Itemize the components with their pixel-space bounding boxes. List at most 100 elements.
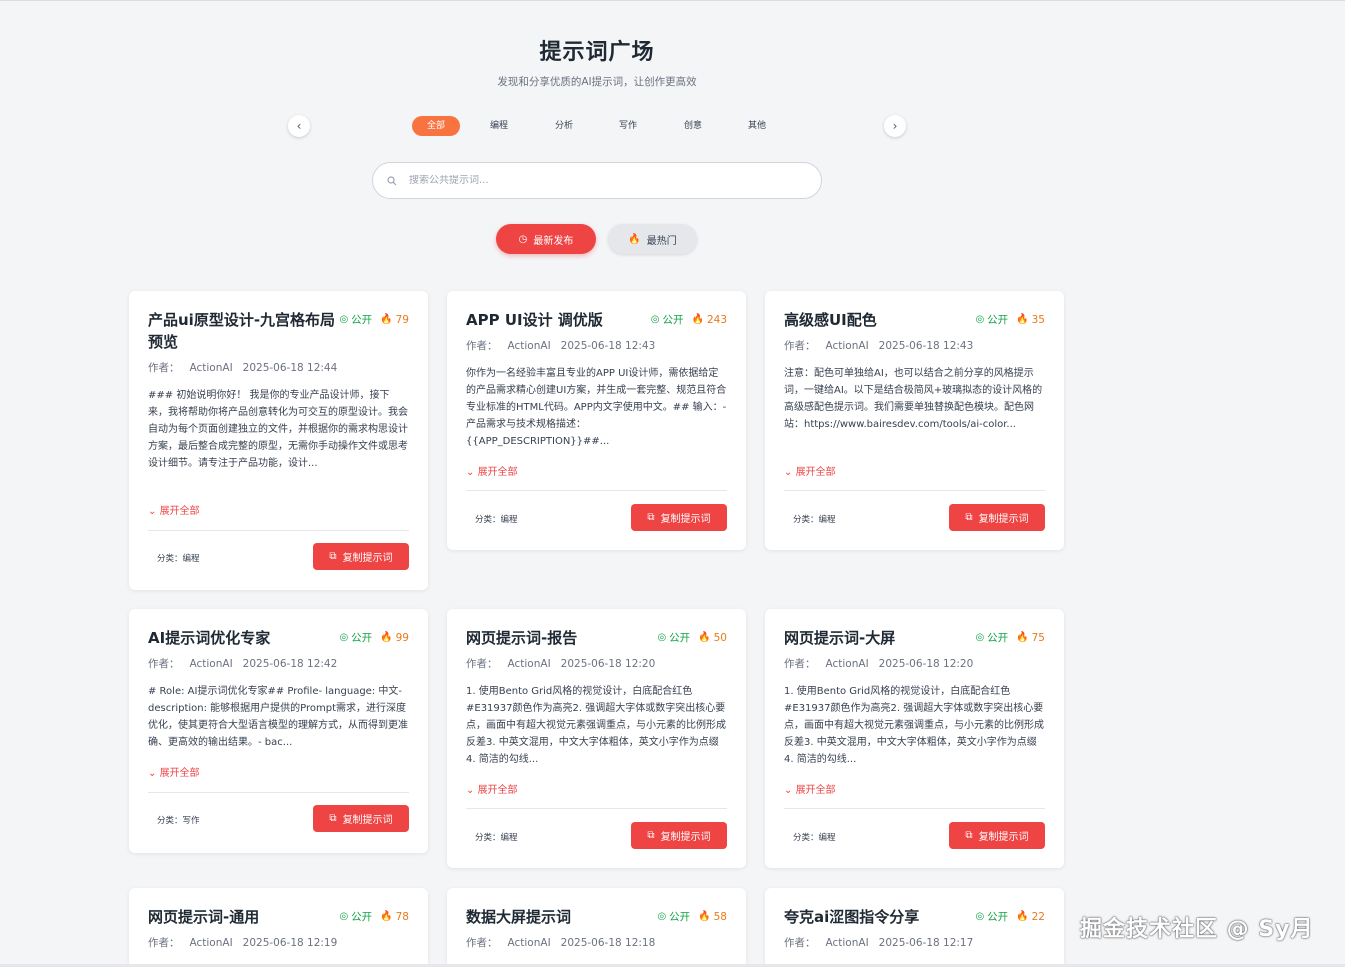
page: 提示词广场 发现和分享优质的AI提示词，让创作更高效 ‹ 全部 编程 分析 写作…: [0, 0, 1345, 967]
author-prefix: 作者：: [784, 937, 816, 949]
public-badge: ◎ 公开: [975, 312, 1008, 327]
fire-icon: 🔥: [698, 911, 711, 922]
card-title: APP UI设计 调优版: [466, 311, 603, 329]
card-divider: [466, 808, 727, 809]
tab-creative[interactable]: 创意: [676, 116, 710, 136]
public-label: 公开: [351, 632, 373, 644]
heat-value: 50: [713, 631, 727, 644]
category-prefix: 分类：: [793, 515, 819, 525]
copy-prompt-button[interactable]: ⧉ 复制提示词: [631, 504, 727, 531]
tab-programming[interactable]: 编程: [482, 116, 516, 136]
category-prefix: 分类：: [157, 816, 183, 826]
globe-icon: ◎: [339, 632, 349, 643]
prompt-card[interactable]: 数据大屏提示词 ◎ 公开 🔥 58 作者： ActionAI 2025-06-18 12:18: [447, 888, 746, 967]
copy-prompt-button[interactable]: ⧉ 复制提示词: [949, 504, 1045, 531]
copy-prompt-button[interactable]: ⧉ 复制提示词: [631, 822, 727, 849]
fire-icon: 🔥: [691, 314, 704, 325]
card-stats: ◎ 公开 🔥 79: [339, 312, 409, 327]
heat-count: 🔥 35: [1016, 314, 1045, 326]
prompt-card[interactable]: 产品ui原型设计-九宫格布局预览 ◎ 公开 🔥 79 作者： ActionAI 2025-06…: [129, 291, 428, 590]
search-input[interactable]: [409, 175, 789, 186]
tab-analysis[interactable]: 分析: [547, 116, 581, 136]
heat-count: 🔥 58: [698, 911, 727, 923]
card-title: 夸克ai涩图指令分享: [784, 908, 920, 926]
card-author-line: 作者： ActionAI 2025-06-18 12:20: [784, 656, 973, 671]
expand-link[interactable]: ⌄ 展开全部: [148, 502, 200, 517]
fire-icon: 🔥: [380, 632, 393, 643]
prompt-card[interactable]: 高级感UI配色 ◎ 公开 🔥 35 作者： ActionAI 2025-06-18 12:43…: [765, 291, 1064, 550]
card-stats: ◎ 公开 🔥 243: [651, 312, 727, 327]
expand-link[interactable]: ⌄ 展开全部: [784, 781, 836, 796]
author-label: 作者： ActionAI: [784, 658, 869, 670]
card-header: AI提示词优化专家 ◎ 公开 🔥 99: [148, 627, 409, 649]
heat-count: 🔥 79: [380, 314, 409, 326]
chevron-left-icon[interactable]: ‹: [288, 115, 310, 137]
copy-label: 复制提示词: [660, 514, 711, 525]
card-author-line: 作者： ActionAI 2025-06-18 12:17: [784, 935, 973, 950]
expand-link[interactable]: ⌄ 展开全部: [466, 781, 518, 796]
category-value: 编程: [818, 833, 836, 843]
publish-time: 2025-06-18 12:19: [242, 937, 338, 949]
card-preview: 1. 使用Bento Grid风格的视觉设计，白底配合红色#E31937颜色作为…: [784, 686, 1044, 765]
page-title: 提示词广场: [539, 40, 655, 65]
public-badge: ◎ 公开: [651, 312, 684, 327]
chevron-down-icon: ⌄: [148, 768, 160, 779]
copy-icon: ⧉: [647, 830, 655, 841]
heat-count: 🔥 22: [1016, 911, 1045, 923]
expand-label: 展开全部: [159, 506, 200, 517]
prompt-card[interactable]: 夸克ai涩图指令分享 ◎ 公开 🔥 22 作者： ActionAI 2025-06-18 12…: [765, 888, 1064, 967]
prompt-card[interactable]: 网页提示词-大屏 ◎ 公开 🔥 75 作者： ActionAI 2025-06-18 12:2…: [765, 609, 1064, 868]
public-badge: ◎ 公开: [339, 630, 372, 645]
card-preview: # Role: AI提示词优化专家## Profile- language: 中…: [148, 686, 408, 748]
fire-icon: 🔥: [1016, 911, 1029, 922]
category-value: 编程: [500, 515, 518, 525]
tab-all[interactable]: 全部: [412, 116, 460, 136]
expand-link[interactable]: ⌄ 展开全部: [784, 463, 836, 478]
category-prefix: 分类：: [475, 515, 501, 525]
clock-icon: ◷: [518, 233, 528, 245]
tab-other[interactable]: 其他: [740, 116, 774, 136]
search-box: [372, 162, 822, 199]
category-value: 写作: [182, 816, 200, 826]
chevron-right-icon[interactable]: ›: [884, 115, 906, 137]
globe-icon: ◎: [975, 632, 985, 643]
card-preview: 你作为一名经验丰富且专业的APP UI设计师，需依据给定的产品需求精心创建UI方…: [466, 368, 727, 447]
public-badge: ◎ 公开: [975, 909, 1008, 924]
publish-time: 2025-06-18 12:44: [242, 362, 338, 374]
card-preview: 注意：配色可单独给AI，也可以结合之前分享的风格提示词，一键给AI。以下是结合极…: [784, 368, 1043, 430]
heat-value: 58: [713, 910, 727, 923]
expand-link[interactable]: ⌄ 展开全部: [148, 764, 200, 779]
copy-prompt-button[interactable]: ⧉ 复制提示词: [949, 822, 1045, 849]
category-value: 编程: [182, 554, 200, 564]
card-author-line: 作者： ActionAI 2025-06-18 12:44: [148, 360, 337, 375]
fire-icon: 🔥: [698, 632, 711, 643]
prompt-card[interactable]: 网页提示词-通用 ◎ 公开 🔥 78 作者： ActionAI 2025-06-18 12:1…: [129, 888, 428, 967]
card-author-line: 作者： ActionAI 2025-06-18 12:42: [148, 656, 337, 671]
heat-value: 79: [395, 313, 409, 326]
public-label: 公开: [987, 911, 1009, 923]
fire-icon: 🔥: [380, 314, 393, 325]
sort-latest-button[interactable]: ◷ 最新发布: [496, 224, 596, 254]
author-name: ActionAI: [507, 658, 551, 670]
prompt-card[interactable]: APP UI设计 调优版 ◎ 公开 🔥 243 作者： ActionAI 2025-06-18…: [447, 291, 746, 550]
card-category: 分类：编程: [793, 513, 836, 525]
fire-icon: 🔥: [1016, 632, 1029, 643]
prompt-card[interactable]: 网页提示词-报告 ◎ 公开 🔥 50 作者： ActionAI 2025-06-18 12:2…: [447, 609, 746, 868]
author-prefix: 作者：: [784, 340, 816, 352]
sort-hot-button[interactable]: 🔥 最热门: [608, 224, 697, 254]
card-title: 网页提示词-报告: [466, 629, 578, 647]
copy-prompt-button[interactable]: ⧉ 复制提示词: [313, 543, 409, 570]
expand-link[interactable]: ⌄ 展开全部: [466, 463, 518, 478]
copy-label: 复制提示词: [660, 832, 711, 843]
tab-writing[interactable]: 写作: [611, 116, 645, 136]
card-stats: ◎ 公开 🔥 50: [657, 630, 727, 645]
page-header: 提示词广场 发现和分享优质的AI提示词，让创作更高效: [0, 34, 1194, 89]
card-stats: ◎ 公开 🔥 58: [657, 909, 727, 924]
copy-prompt-button[interactable]: ⧉ 复制提示词: [313, 805, 409, 832]
heat-count: 🔥 99: [380, 632, 409, 644]
prompt-card[interactable]: AI提示词优化专家 ◎ 公开 🔥 99 作者： ActionAI 2025-06-18 12:…: [129, 609, 428, 853]
expand-label: 展开全部: [477, 785, 518, 796]
author-name: ActionAI: [825, 658, 869, 670]
card-title: 高级感UI配色: [784, 311, 877, 329]
category-prefix: 分类：: [475, 833, 501, 843]
